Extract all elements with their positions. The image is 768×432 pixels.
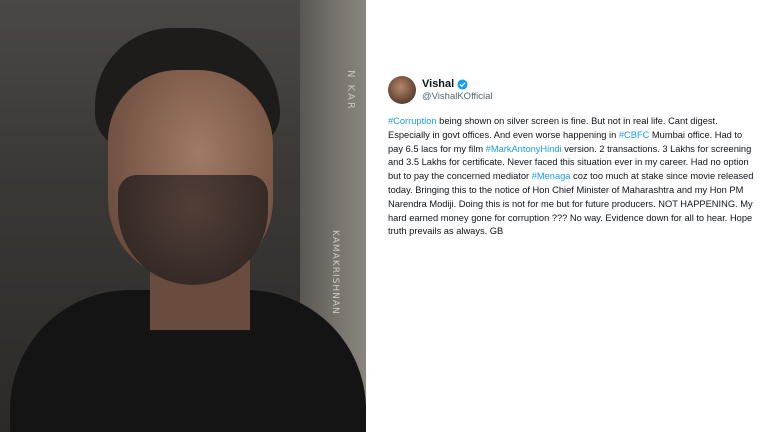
hashtag-link[interactable]: #MarkAntonyHindi <box>486 144 562 154</box>
display-name[interactable]: Vishal <box>422 78 454 90</box>
poster-text-upper: N KAR <box>345 70 356 111</box>
name-row: Vishal <box>422 78 493 90</box>
handle[interactable]: @VishalKOfficial <box>422 91 493 102</box>
tweet-body: #Corruption being shown on silver screen… <box>388 115 758 239</box>
author-info: Vishal @VishalKOfficial <box>422 78 493 102</box>
verified-badge-icon <box>457 78 468 90</box>
poster-text-lower: KAMAKRISHNAN <box>330 230 340 315</box>
hashtag-link[interactable]: #Menaga <box>532 171 571 181</box>
tweet-card: Vishal @VishalKOfficial #Corruption bein… <box>374 64 768 368</box>
photo-panel: N KAR KAMAKRISHNAN <box>0 0 366 432</box>
hashtag-link[interactable]: #CBFC <box>619 130 649 140</box>
tweet-header: Vishal @VishalKOfficial <box>388 76 493 104</box>
hashtag-link[interactable]: #Corruption <box>388 116 437 126</box>
avatar[interactable] <box>388 76 416 104</box>
